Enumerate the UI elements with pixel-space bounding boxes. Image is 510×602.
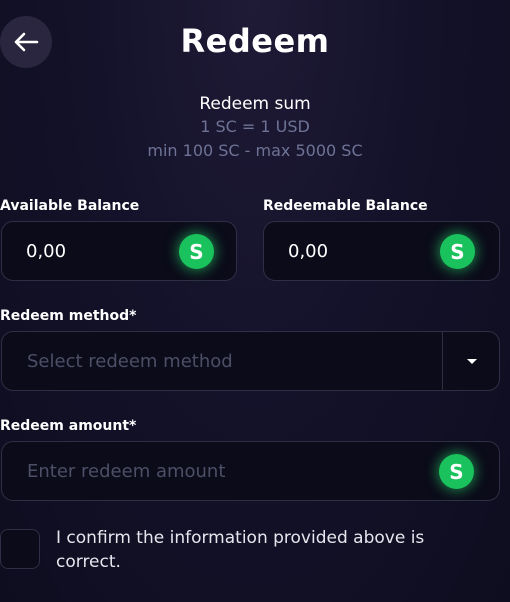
redeemable-balance-field: 0,00 S — [263, 221, 500, 281]
page-title: Redeem — [180, 22, 330, 60]
exchange-rate: 1 SC = 1 USD — [200, 117, 310, 136]
caret-down-icon[interactable] — [467, 359, 477, 364]
sweepcoin-icon: S — [440, 234, 475, 269]
redeem-method-label: Redeem method* — [0, 308, 137, 324]
redeem-summary: Redeem sum 1 SC = 1 USD min 100 SC - max… — [0, 93, 510, 163]
select-divider — [442, 332, 443, 390]
redeemable-balance-label: Redeemable Balance — [263, 198, 428, 214]
redeem-amount-label: Redeem amount* — [0, 418, 137, 434]
redeem-method-select[interactable]: Select redeem method — [1, 331, 500, 391]
redeemable-balance-value: 0,00 — [288, 240, 329, 262]
redeem-page: Redeem Redeem sum 1 SC = 1 USD min 100 S… — [0, 0, 510, 602]
sweepcoin-icon: S — [179, 234, 214, 269]
sweepcoin-icon: S — [439, 454, 474, 489]
redeem-limits: min 100 SC - max 5000 SC — [147, 141, 363, 160]
available-balance-label: Available Balance — [0, 198, 140, 214]
redeem-method-placeholder: Select redeem method — [27, 350, 233, 372]
redeem-amount-input[interactable]: Enter redeem amount S — [1, 441, 500, 501]
summary-title: Redeem sum — [199, 94, 311, 114]
available-balance-value: 0,00 — [26, 240, 67, 262]
available-balance-field: 0,00 S — [1, 221, 237, 281]
confirm-checkbox[interactable] — [0, 529, 40, 569]
redeem-amount-placeholder: Enter redeem amount — [27, 460, 226, 482]
confirm-label[interactable]: I confirm the information provided above… — [56, 526, 476, 574]
